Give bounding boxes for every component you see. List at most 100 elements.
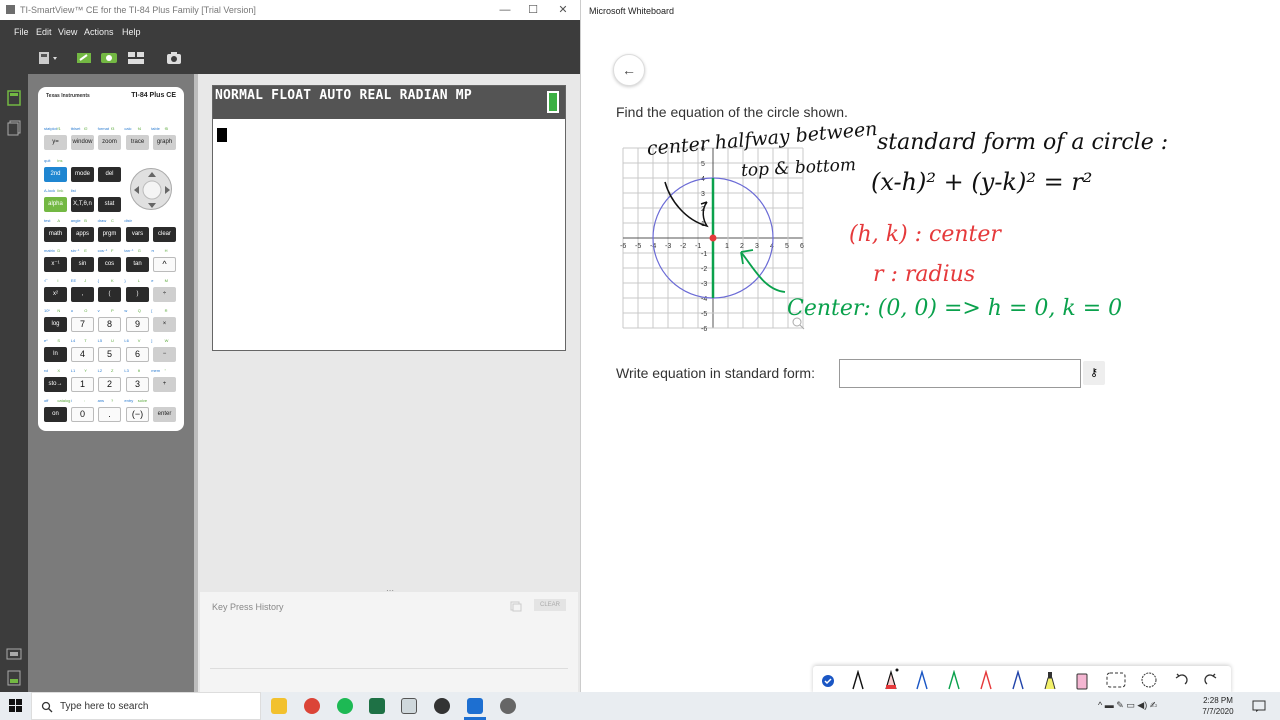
- taskbar-clock[interactable]: 2:28 PM 7/7/2020: [1198, 695, 1238, 717]
- maximize-button[interactable]: ☐: [518, 0, 548, 20]
- obs-icon[interactable]: [434, 698, 450, 714]
- close-button[interactable]: ✕: [548, 0, 578, 20]
- pen-blue-icon[interactable]: [915, 670, 929, 690]
- answer-input[interactable]: [839, 359, 1081, 388]
- arrow-pad[interactable]: [130, 168, 172, 210]
- calc-key[interactable]: mode: [71, 167, 94, 182]
- calculator-select-icon[interactable]: [38, 51, 60, 65]
- calc-key[interactable]: X,T,θ,n: [71, 197, 94, 212]
- calc-key[interactable]: .: [98, 407, 121, 422]
- calc-key[interactable]: 4: [71, 347, 94, 362]
- lasso-select-icon[interactable]: [1105, 671, 1127, 689]
- menu-view[interactable]: View: [58, 27, 77, 37]
- menu-file[interactable]: File: [14, 27, 29, 37]
- calc-key[interactable]: (: [98, 287, 121, 302]
- clear-history-button[interactable]: CLEAR: [533, 599, 566, 611]
- calc-key[interactable]: math: [44, 227, 67, 242]
- copy-icon[interactable]: [510, 601, 522, 612]
- answer-prompt: Write equation in standard form:: [616, 365, 815, 381]
- file-explorer-icon[interactable]: [271, 698, 287, 714]
- calc-key[interactable]: graph: [153, 135, 176, 150]
- calc-key[interactable]: window: [71, 135, 94, 150]
- calc-key[interactable]: y=: [44, 135, 67, 150]
- notification-icon[interactable]: [1252, 699, 1266, 713]
- calc-key[interactable]: ÷: [153, 287, 176, 302]
- key-press-history-panel: Key Press History CLEAR: [200, 592, 578, 692]
- calc-key-secondary-label: f4: [137, 126, 142, 131]
- taskbar-search-box[interactable]: Type here to search: [31, 692, 261, 720]
- calc-key[interactable]: 2nd: [44, 167, 67, 182]
- calc-key[interactable]: stat: [98, 197, 121, 212]
- capture-tool-icon[interactable]: [100, 51, 118, 65]
- calc-key[interactable]: on: [44, 407, 67, 422]
- documents-icon[interactable]: [7, 120, 21, 136]
- minimize-button[interactable]: —: [490, 0, 520, 20]
- display-icon[interactable]: [6, 648, 22, 662]
- calc-key[interactable]: zoom: [98, 135, 121, 150]
- whiteboard-icon[interactable]: [467, 698, 483, 714]
- calc-key[interactable]: 5: [98, 347, 121, 362]
- pen-navy-icon[interactable]: [1011, 670, 1025, 690]
- windows-start-icon[interactable]: [9, 699, 23, 713]
- calc-key[interactable]: 8: [98, 317, 121, 332]
- calc-key[interactable]: 9: [126, 317, 149, 332]
- calc-key[interactable]: 0: [71, 407, 94, 422]
- calc-key[interactable]: ): [126, 287, 149, 302]
- calc-key[interactable]: 1: [71, 377, 94, 392]
- calculator-view-icon[interactable]: [7, 90, 21, 106]
- calc-key[interactable]: trace: [126, 135, 149, 150]
- redo-icon[interactable]: [1203, 672, 1219, 688]
- back-arrow-icon[interactable]: ←: [613, 54, 645, 86]
- calc-key[interactable]: 6: [126, 347, 149, 362]
- calc-key[interactable]: 7: [71, 317, 94, 332]
- camera-icon[interactable]: [166, 51, 182, 65]
- calc-key[interactable]: apps: [71, 227, 94, 242]
- calc-key[interactable]: −: [153, 347, 176, 362]
- calc-key[interactable]: sin: [71, 257, 94, 272]
- calc-key[interactable]: enter: [153, 407, 176, 422]
- calc-key[interactable]: prgm: [98, 227, 121, 242]
- calculator-screen[interactable]: NORMAL FLOAT AUTO REAL RADIAN MP: [212, 85, 566, 351]
- pen-red-icon[interactable]: [883, 668, 899, 690]
- calc-key[interactable]: (−): [126, 407, 149, 422]
- calc-key-secondary-label: D: [57, 248, 61, 253]
- calc-key[interactable]: 2: [98, 377, 121, 392]
- spotify-icon[interactable]: [337, 698, 353, 714]
- calc-key[interactable]: tan: [126, 257, 149, 272]
- calc-key[interactable]: del: [98, 167, 121, 182]
- select-tool-icon[interactable]: [821, 674, 835, 688]
- calc-key[interactable]: ^: [153, 257, 176, 272]
- calc-key[interactable]: log: [44, 317, 67, 332]
- calc-key[interactable]: sto→: [44, 377, 67, 392]
- menu-help[interactable]: Help: [122, 27, 141, 37]
- emulator-icon[interactable]: [7, 670, 21, 686]
- calc-key[interactable]: vars: [126, 227, 149, 242]
- menu-actions[interactable]: Actions: [84, 27, 114, 37]
- pen-black-icon[interactable]: [851, 670, 865, 690]
- pen-red-2-icon[interactable]: [979, 670, 993, 690]
- calc-key[interactable]: x⁻¹: [44, 257, 67, 272]
- undo-icon[interactable]: [1173, 672, 1189, 688]
- calc-key[interactable]: ×: [153, 317, 176, 332]
- calc-key[interactable]: 3: [126, 377, 149, 392]
- system-tray-icons[interactable]: ^ ▬ ✎ ▭ ◀) ✍: [1098, 700, 1157, 711]
- chrome-icon[interactable]: [304, 698, 320, 714]
- send-to-calc-icon[interactable]: [76, 51, 92, 65]
- ti-connect-icon[interactable]: [401, 698, 417, 714]
- calc-key[interactable]: ln: [44, 347, 67, 362]
- calc-key[interactable]: +: [153, 377, 176, 392]
- pen-green-icon[interactable]: [947, 670, 961, 690]
- menu-edit[interactable]: Edit: [36, 27, 52, 37]
- calc-key[interactable]: clear: [153, 227, 176, 242]
- snip-icon[interactable]: [500, 698, 516, 714]
- calc-key[interactable]: cos: [98, 257, 121, 272]
- calc-key[interactable]: x²: [44, 287, 67, 302]
- highlighter-icon[interactable]: [1043, 670, 1057, 690]
- excel-icon[interactable]: [369, 698, 385, 714]
- key-icon[interactable]: ⚷: [1083, 361, 1105, 385]
- calc-key[interactable]: ,: [71, 287, 94, 302]
- ruler-icon[interactable]: [1139, 671, 1159, 689]
- calc-key[interactable]: alpha: [44, 197, 67, 212]
- eraser-icon[interactable]: [1075, 670, 1089, 690]
- layout-icon[interactable]: [127, 51, 145, 65]
